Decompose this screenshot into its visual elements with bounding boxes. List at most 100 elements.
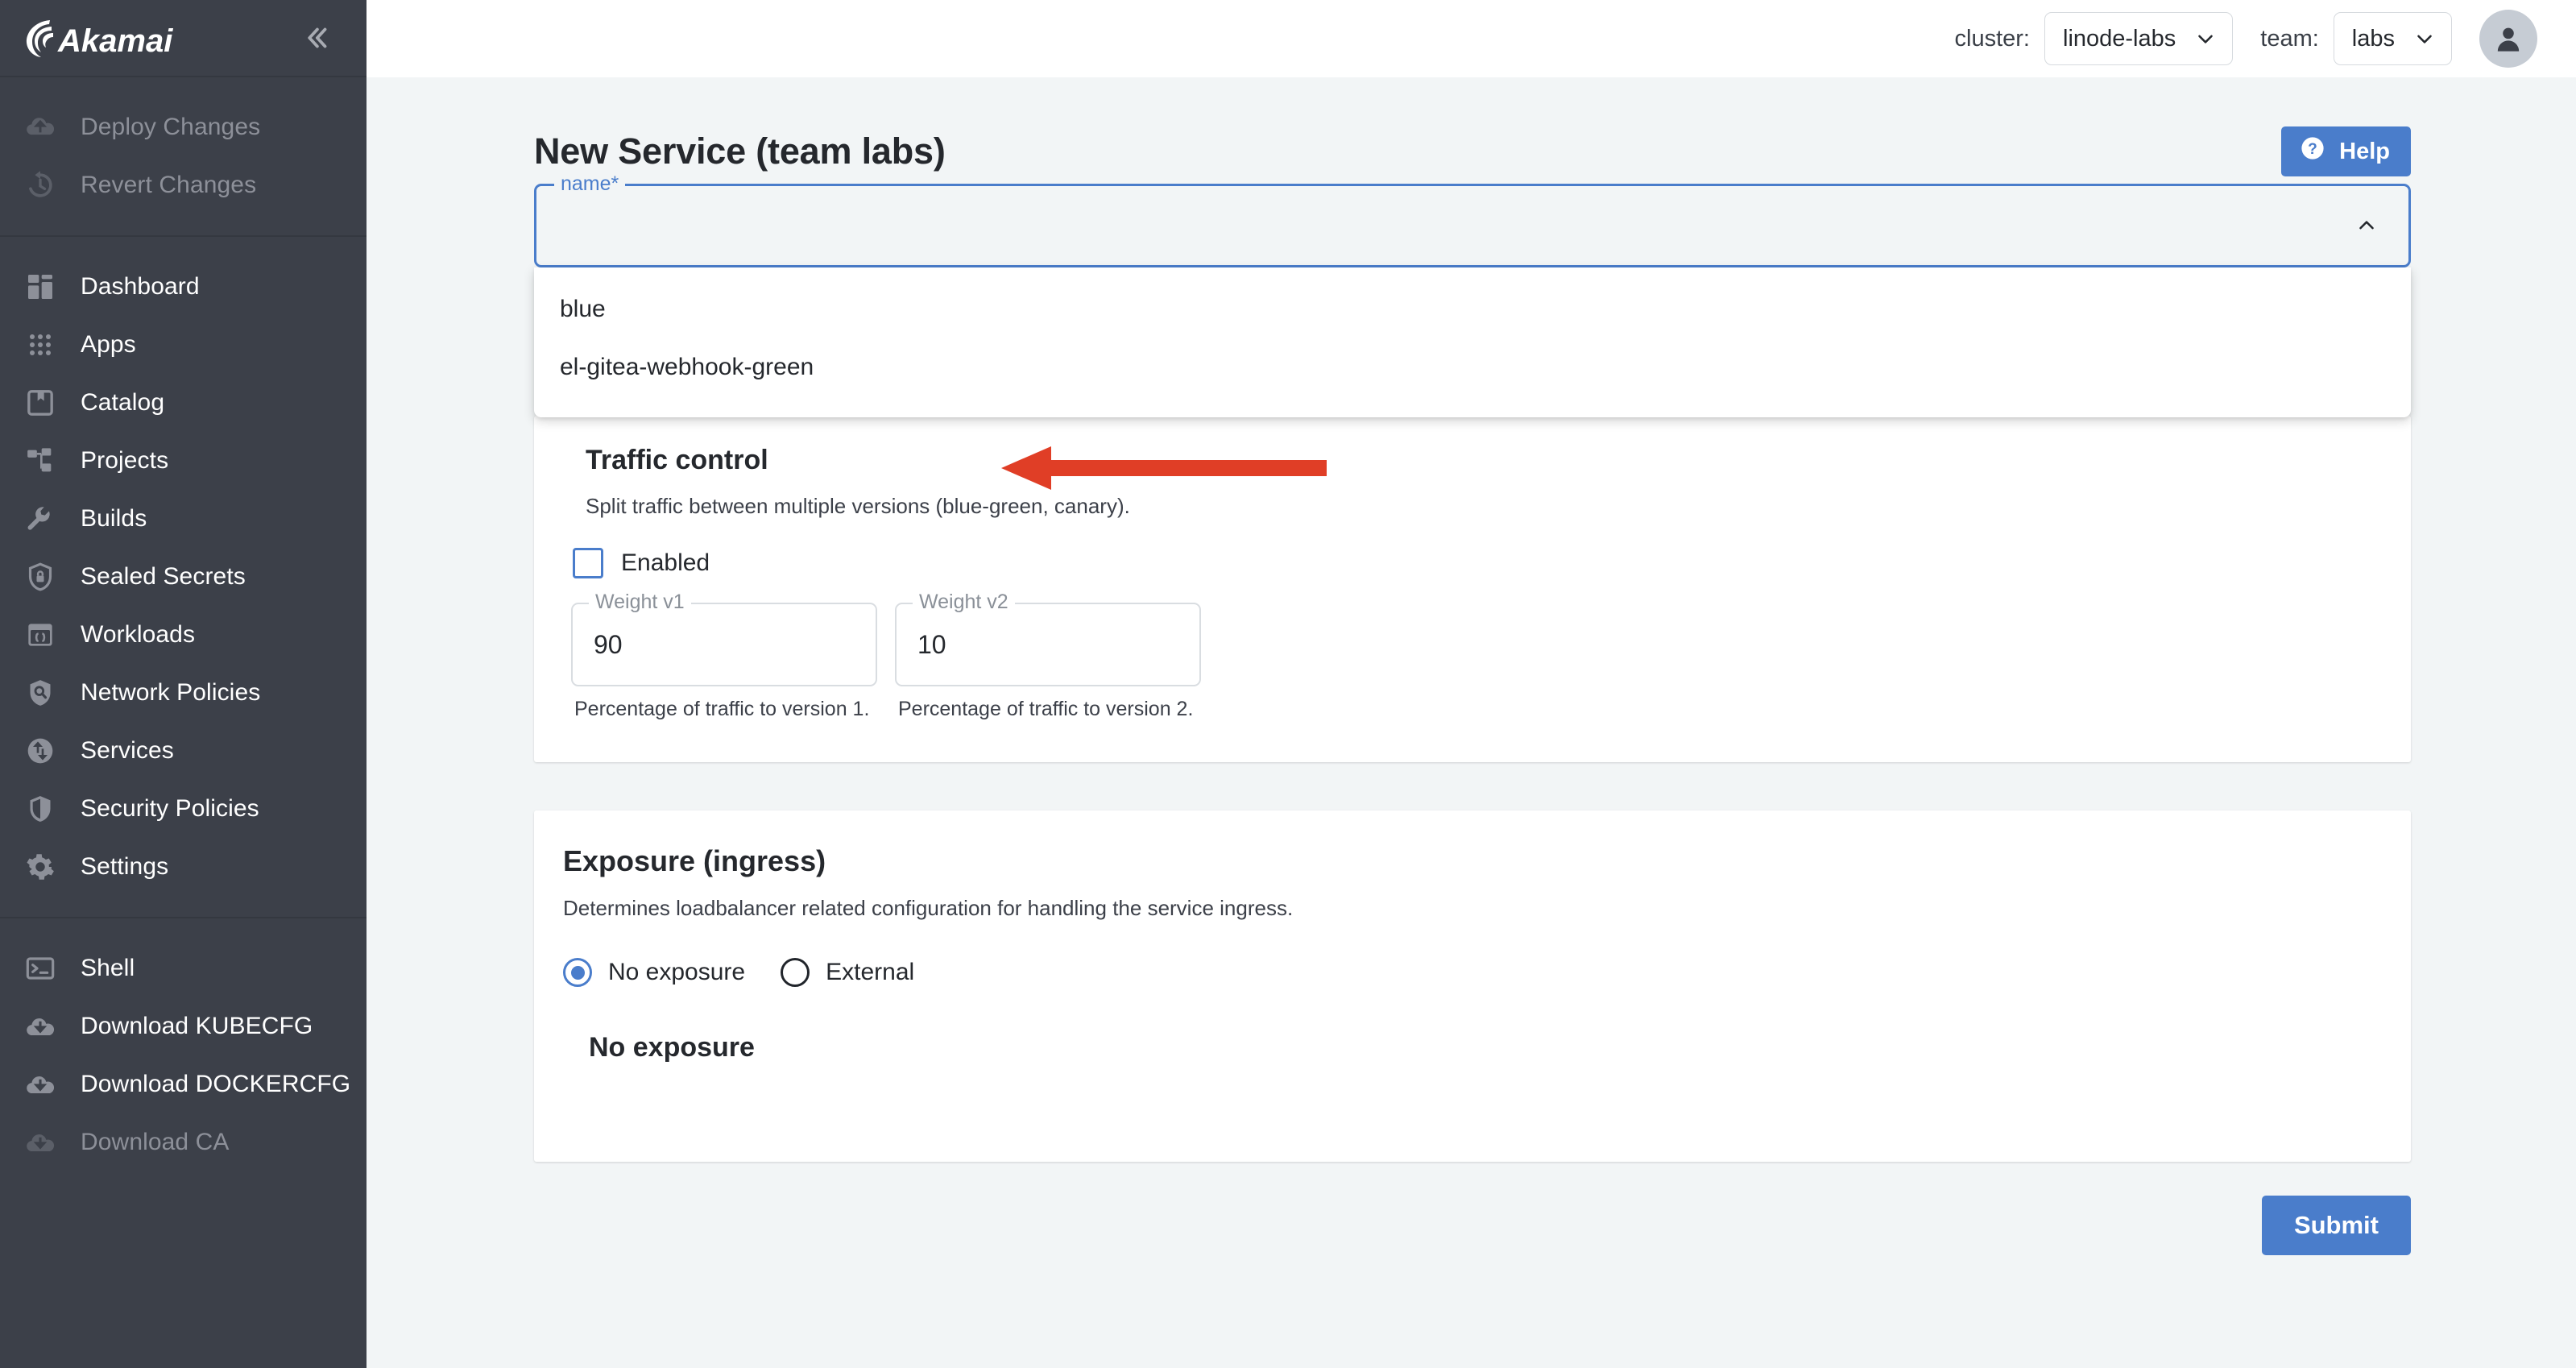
weight-v1-legend: Weight v1 — [589, 592, 691, 612]
name-option-label: blue — [560, 296, 606, 322]
exposure-option-no-exposure[interactable]: No exposure — [563, 958, 745, 987]
app-root: Akamai Deploy Changes Revert Changes Das… — [0, 0, 2576, 1368]
sidebar-item-shell[interactable]: Shell — [0, 939, 367, 997]
sidebar-item-builds[interactable]: Builds — [0, 490, 367, 548]
wrench-icon — [21, 500, 60, 538]
sidebar-header: Akamai — [0, 0, 367, 77]
team-select-value: labs — [2351, 25, 2395, 52]
sidebar-item-label: Revert Changes — [81, 172, 257, 198]
shield-lock-icon — [21, 558, 60, 596]
sidebar-item-label: Network Policies — [81, 679, 261, 706]
sidebar-group-tools: Shell Download KUBECFG Download DOCKERCF… — [0, 918, 367, 1192]
projects-hierarchy-icon — [21, 441, 60, 480]
weight-v1-help: Percentage of traffic to version 1. — [574, 698, 870, 720]
name-options-dropdown: blue el-gitea-webhook-green — [534, 267, 2411, 417]
sidebar-group-changes: Deploy Changes Revert Changes — [0, 77, 367, 237]
sidebar-item-label: Download KUBECFG — [81, 1013, 313, 1039]
svg-text:?: ? — [2308, 141, 2317, 158]
sidebar-group-main: Dashboard Apps Catalog Projects Builds S… — [0, 237, 367, 918]
name-option-label: el-gitea-webhook-green — [560, 354, 814, 380]
akamai-logo[interactable]: Akamai — [23, 17, 184, 59]
sidebar-item-label: Dashboard — [81, 273, 200, 300]
cloud-download-icon — [21, 1007, 60, 1046]
terminal-icon — [21, 949, 60, 988]
weight-v1-field[interactable]: Weight v1 90 — [571, 592, 877, 686]
name-field-wrapper: name* blue el-gitea-webhook-green — [534, 174, 2411, 417]
sidebar-item-label: Apps — [81, 331, 136, 358]
weight-v2-column: Weight v2 10 Percentage of traffic to ve… — [895, 592, 1201, 721]
weight-v1-column: Weight v1 90 Percentage of traffic to ve… — [571, 592, 877, 721]
sidebar-item-revert-changes[interactable]: Revert Changes — [0, 156, 367, 214]
catalog-book-icon — [21, 383, 60, 422]
sidebar-item-deploy-changes[interactable]: Deploy Changes — [0, 98, 367, 156]
sidebar-item-workloads[interactable]: Workloads — [0, 606, 367, 664]
traffic-control-body: Traffic control Split traffic between mu… — [534, 416, 2411, 721]
radio-unselected-icon — [781, 958, 810, 987]
cluster-label: cluster: — [1954, 25, 2030, 52]
name-option-el-gitea-webhook-green[interactable]: el-gitea-webhook-green — [534, 338, 2411, 396]
help-button-label: Help — [2339, 138, 2390, 164]
team-select[interactable]: labs — [2333, 12, 2452, 65]
sidebar-item-network-policies[interactable]: Network Policies — [0, 664, 367, 722]
akamai-logo-icon: Akamai — [26, 20, 173, 59]
help-button[interactable]: ? Help — [2281, 126, 2411, 176]
sidebar-item-security-policies[interactable]: Security Policies — [0, 780, 367, 838]
sidebar-item-settings[interactable]: Settings — [0, 838, 367, 896]
sidebar-item-label: Projects — [81, 447, 169, 474]
shield-half-icon — [21, 790, 60, 828]
question-circle-icon: ? — [2299, 135, 2326, 168]
sidebar-item-sealed-secrets[interactable]: Sealed Secrets — [0, 548, 367, 606]
chevron-down-icon — [2193, 27, 2218, 51]
sidebar-collapse-button[interactable] — [294, 15, 339, 60]
traffic-enabled-checkbox[interactable] — [573, 548, 603, 578]
submit-button[interactable]: Submit — [2261, 1196, 2411, 1255]
sidebar-item-apps[interactable]: Apps — [0, 316, 367, 374]
traffic-control-card: Traffic control Split traffic between mu… — [534, 416, 2411, 762]
cloud-upload-icon — [21, 108, 60, 147]
sidebar-item-download-ca[interactable]: Download CA — [0, 1113, 367, 1171]
exposure-option-label: External — [826, 959, 915, 985]
sidebar-item-label: Shell — [81, 955, 135, 981]
cluster-select[interactable]: linode-labs — [2044, 12, 2234, 65]
exposure-card: Exposure (ingress) Determines loadbalanc… — [534, 810, 2411, 1162]
chevron-down-icon — [2412, 27, 2437, 51]
sidebar: Akamai Deploy Changes Revert Changes Das… — [0, 0, 367, 1368]
sidebar-item-label: Sealed Secrets — [81, 563, 246, 590]
gear-icon — [21, 848, 60, 886]
team-label: team: — [2260, 25, 2319, 52]
sidebar-item-label: Deploy Changes — [81, 114, 261, 140]
weight-v2-legend: Weight v2 — [913, 592, 1015, 612]
traffic-control-title: Traffic control — [586, 445, 768, 475]
sidebar-item-label: Download DOCKERCFG — [81, 1071, 351, 1097]
cloud-download-icon — [21, 1065, 60, 1104]
sidebar-item-dashboard[interactable]: Dashboard — [0, 258, 367, 316]
dashboard-grid-icon — [21, 267, 60, 306]
weights-row: Weight v1 90 Percentage of traffic to ve… — [571, 592, 2411, 721]
weight-v2-help: Percentage of traffic to version 2. — [898, 698, 1194, 720]
sidebar-item-label: Download CA — [81, 1129, 230, 1155]
main-area: cluster: linode-labs team: labs New Serv… — [367, 0, 2576, 1368]
shield-search-icon — [21, 674, 60, 712]
traffic-enabled-checkbox-row[interactable]: Enabled — [573, 548, 2411, 578]
exposure-option-external[interactable]: External — [781, 958, 914, 987]
sidebar-item-label: Catalog — [81, 389, 165, 416]
chevron-up-icon[interactable] — [2349, 208, 2384, 243]
form-footer: Submit — [534, 1196, 2411, 1255]
sidebar-item-services[interactable]: Services — [0, 722, 367, 780]
avatar[interactable] — [2479, 10, 2537, 68]
sidebar-item-label: Services — [81, 737, 174, 764]
name-option-blue[interactable]: blue — [534, 280, 2411, 338]
sidebar-item-download-dockercfg[interactable]: Download DOCKERCFG — [0, 1055, 367, 1113]
sidebar-item-download-kubecfg[interactable]: Download KUBECFG — [0, 997, 367, 1055]
sidebar-item-label: Workloads — [81, 621, 196, 648]
sidebar-item-projects[interactable]: Projects — [0, 432, 367, 490]
exposure-radio-group: No exposure External — [563, 958, 2411, 987]
services-exchange-icon — [21, 732, 60, 770]
weight-v2-field[interactable]: Weight v2 10 — [895, 592, 1201, 686]
sidebar-item-label: Settings — [81, 853, 169, 880]
cluster-select-value: linode-labs — [2063, 25, 2176, 52]
page-content: New Service (team labs) ? Help name* blu… — [367, 77, 2576, 1368]
name-select[interactable]: name* — [534, 174, 2411, 267]
exposure-title: Exposure (ingress) — [563, 844, 826, 877]
sidebar-item-catalog[interactable]: Catalog — [0, 374, 367, 432]
